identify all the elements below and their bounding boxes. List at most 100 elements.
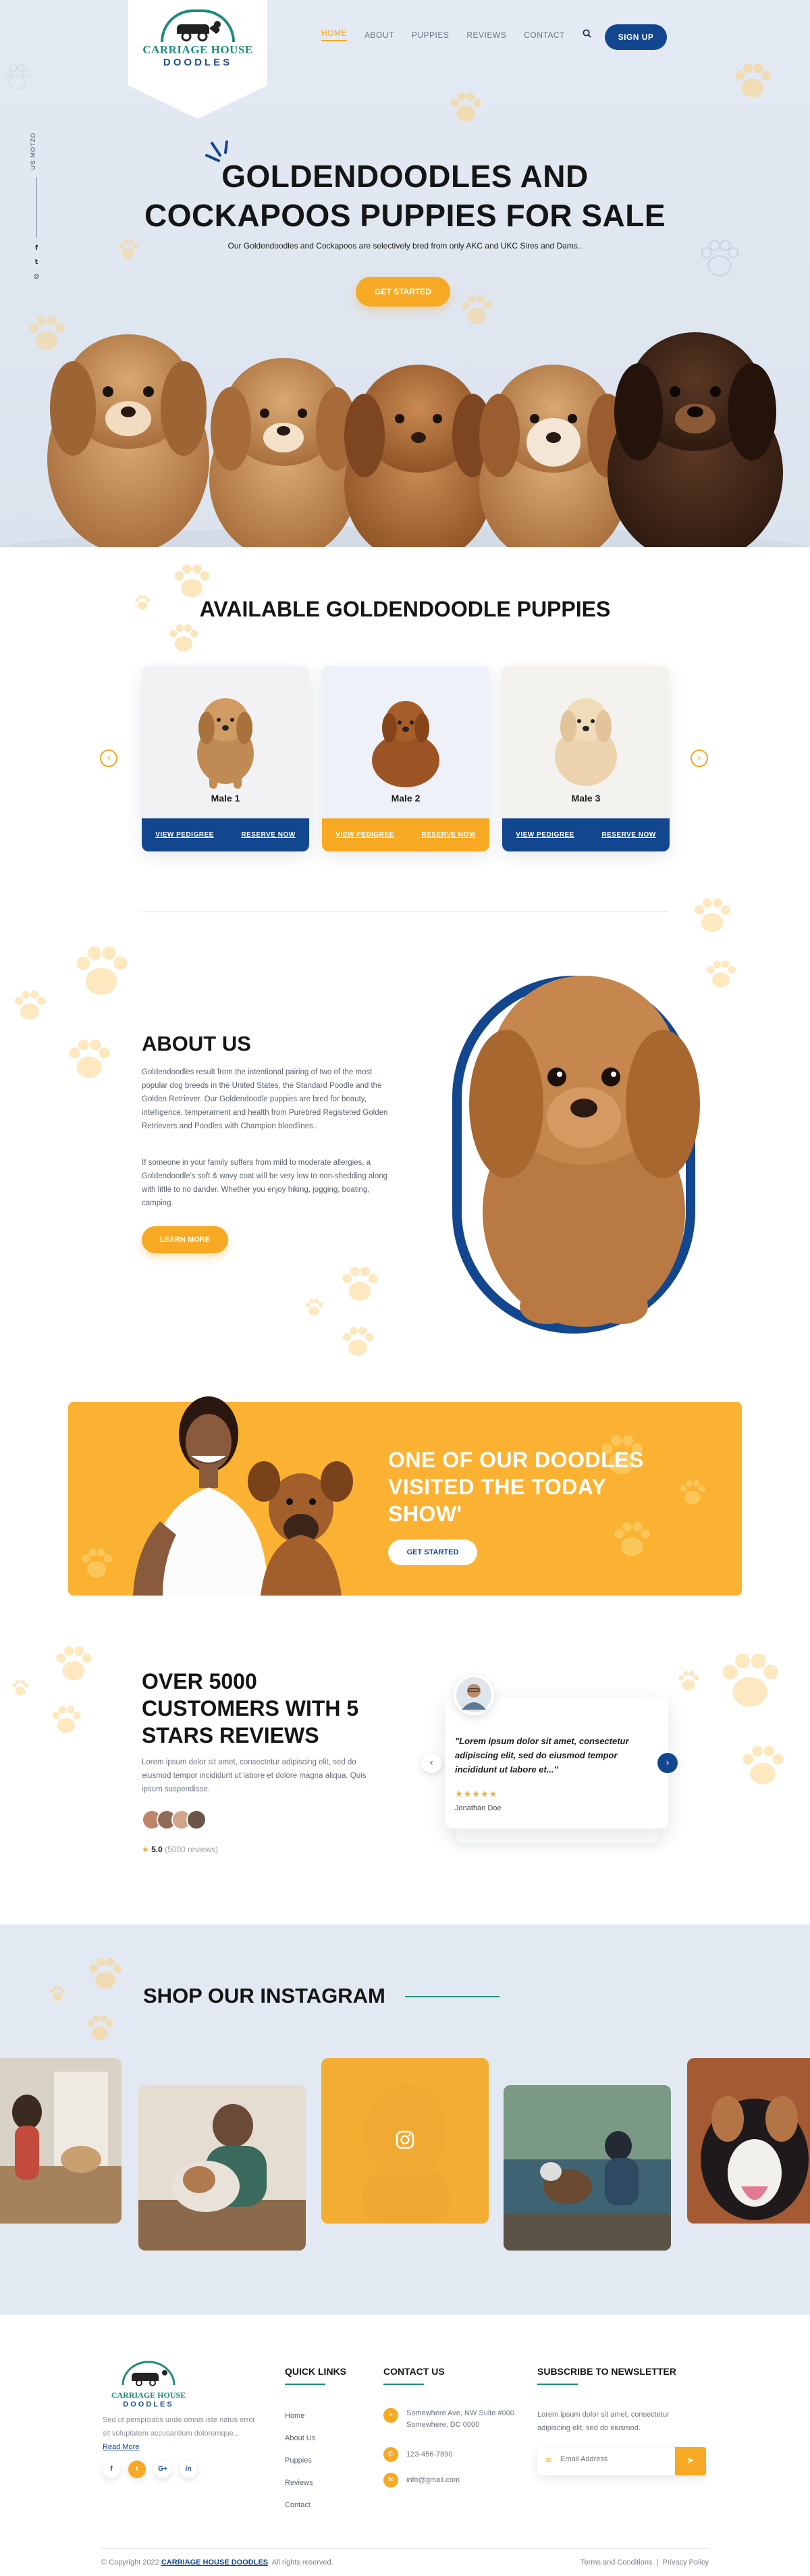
view-pedigree-link[interactable]: VIEW PEDIGREE (155, 831, 214, 839)
instagram-post[interactable] (504, 2085, 671, 2251)
footer-link-reviews[interactable]: Reviews (285, 2472, 315, 2494)
footer-link-contact[interactable]: Contact (285, 2494, 315, 2517)
nav-puppies[interactable]: PUPPIES (412, 30, 450, 40)
linkedin-icon[interactable]: in (180, 2461, 197, 2478)
paw-print-decoration (736, 1739, 790, 1793)
reviews-title: OVER 5000 CUSTOMERS WITH 5 STARS REVIEWS (142, 1669, 359, 1747)
paw-print-decoration (676, 1476, 709, 1510)
footer-link-about[interactable]: About Us (285, 2427, 315, 2450)
copyright-brand-link[interactable]: CARRIAGE HOUSE DOODLES (161, 2558, 268, 2567)
paw-print-decoration (446, 88, 486, 128)
side-divider (36, 176, 37, 238)
view-pedigree-link[interactable]: VIEW PEDIGREE (516, 831, 574, 839)
site-logo[interactable]: CARRIAGE HOUSE DOODLES (128, 0, 267, 119)
puppy-card: Male 3 VIEW PEDIGREE RESERVE NOW (502, 666, 670, 851)
today-get-started-button[interactable]: GET STARTED (388, 1540, 477, 1565)
search-icon[interactable] (583, 29, 591, 41)
contact-phone: ✆ 123-456-7890 (383, 2447, 453, 2462)
instagram-icon[interactable]: ◎ (30, 273, 43, 280)
puppy-card-actions: VIEW PEDIGREE RESERVE NOW (142, 818, 309, 851)
quick-links-list: Home About Us Puppies Reviews Contact (285, 2405, 315, 2517)
rating-count: (5000 reviews) (165, 1845, 218, 1854)
nav-about[interactable]: ABOUT (364, 30, 394, 40)
instagram-section: SHOP OUR INSTAGRAM (0, 1924, 810, 2315)
avatar (186, 1810, 207, 1830)
hero-title: GOLDENDOODLES AND COCKAPOOS PUPPIES FOR … (122, 157, 688, 235)
view-pedigree-link[interactable]: VIEW PEDIGREE (335, 831, 394, 839)
paw-print-decoration (695, 235, 744, 284)
paw-print-decoration (675, 1668, 702, 1695)
phone-text[interactable]: 123-456-7890 (406, 2447, 453, 2462)
nav-reviews[interactable]: REVIEWS (466, 30, 506, 40)
today-show-title: ONE OF OUR DOODLES VISITED THE TODAY SHO… (388, 1448, 644, 1526)
paw-print-decoration (62, 1033, 116, 1087)
instagram-post[interactable] (321, 2058, 489, 2224)
terms-link[interactable]: Terms and Conditions (580, 2558, 652, 2567)
hero-get-started-button[interactable]: GET STARTED (356, 277, 450, 307)
paw-print-decoration (47, 1984, 68, 2004)
footer-link-puppies[interactable]: Puppies (285, 2450, 315, 2472)
puppy-card-actions: VIEW PEDIGREE RESERVE NOW (502, 818, 670, 851)
reserve-now-link[interactable]: RESERVE NOW (241, 831, 295, 839)
nav-home[interactable]: HOME (321, 28, 347, 41)
facebook-icon[interactable]: f (103, 2461, 120, 2478)
instagram-post[interactable] (138, 2085, 306, 2251)
footer-description-text: Sed ut perspiciatis unde omnis iste natu… (103, 2416, 256, 2438)
contact-email: ✉ info@gmail.com (383, 2473, 460, 2488)
newsletter-title: SUBSCRIBE TO NEWSLETTER (537, 2366, 676, 2377)
paw-print-decoration (9, 986, 50, 1026)
copyright-suffix: . All rights reserved. (268, 2558, 333, 2567)
review-prev-button[interactable]: ‹ (421, 1753, 441, 1773)
about-dog-image (446, 928, 709, 1337)
instagram-title: SHOP OUR INSTAGRAM (143, 1984, 385, 2007)
google-plus-icon[interactable]: G+ (154, 2461, 171, 2478)
newsletter-form: ✉ ➤ (537, 2447, 706, 2475)
nav-contact[interactable]: CONTACT (524, 30, 565, 40)
paw-print-decoration (9, 1677, 31, 1699)
title-underline (405, 1996, 500, 1997)
reviews-text: Lorem ipsum dolor sit amet, consectetur … (142, 1758, 367, 1793)
footer-bottom-bar: © Copyright 2022 CARRIAGE HOUSE DOODLES.… (101, 2548, 709, 2567)
instagram-post[interactable] (0, 2058, 122, 2224)
star-icon: ★ (142, 1845, 149, 1854)
twitter-icon[interactable]: t (30, 259, 43, 266)
twitter-icon[interactable]: t (128, 2461, 146, 2478)
paw-print-decoration (729, 58, 776, 105)
paw-print-decoration (68, 939, 135, 1006)
quick-links-title: QUICK LINKS (285, 2366, 346, 2377)
instagram-post[interactable] (687, 2058, 810, 2224)
paw-print-decoration (165, 620, 202, 658)
learn-more-button[interactable]: LEARN MORE (142, 1226, 228, 1253)
footer-logo[interactable]: CARRIAGE HOUSE DOODLES (101, 2361, 196, 2409)
reserve-now-link[interactable]: RESERVE NOW (421, 831, 475, 839)
paw-print-decoration (0, 61, 34, 95)
paw-print-decoration (47, 1702, 85, 1739)
puppies-hero-image (0, 317, 810, 547)
side-social-bar: US MOTZO f t ◎ (30, 132, 43, 280)
address-text: Somewhere Ave, NW Suite #000 Somewhere, … (406, 2409, 514, 2429)
instagram-icon (395, 2130, 415, 2153)
legal-links: Terms and Conditions | Privacy Policy (580, 2558, 709, 2567)
email-text[interactable]: info@gmail.com (406, 2473, 460, 2488)
rating-value: 5.0 (151, 1845, 163, 1854)
puppy-name: Male 2 (391, 793, 421, 804)
facebook-icon[interactable]: f (30, 244, 43, 252)
reviewer-avatar (454, 1675, 494, 1715)
footer: CARRIAGE HOUSE DOODLES Sed ut perspiciat… (0, 2315, 810, 2576)
read-more-link[interactable]: Read More (103, 2443, 139, 2451)
footer-social: f t G+ in (103, 2461, 197, 2478)
send-icon[interactable]: ➤ (675, 2447, 706, 2475)
carousel-next-button[interactable]: › (691, 750, 708, 767)
privacy-link[interactable]: Privacy Policy (663, 2558, 709, 2567)
reserve-now-link[interactable]: RESERVE NOW (601, 831, 655, 839)
footer-link-home[interactable]: Home (285, 2405, 315, 2427)
mail-icon: ✉ (545, 2456, 552, 2465)
carousel-prev-button[interactable]: ‹ (100, 750, 117, 767)
signup-button[interactable]: SIGN UP (605, 24, 667, 50)
review-quote: "Lorem ipsum dolor sit amet, consectetur… (455, 1736, 629, 1775)
footer-description: Sed ut perspiciatis unde omnis iste natu… (103, 2413, 258, 2454)
newsletter-email-input[interactable] (560, 2455, 668, 2463)
review-next-button[interactable]: › (657, 1753, 678, 1773)
puppy-name: Male 3 (571, 793, 601, 804)
hero-title-line1: GOLDENDOODLES AND (221, 159, 589, 194)
